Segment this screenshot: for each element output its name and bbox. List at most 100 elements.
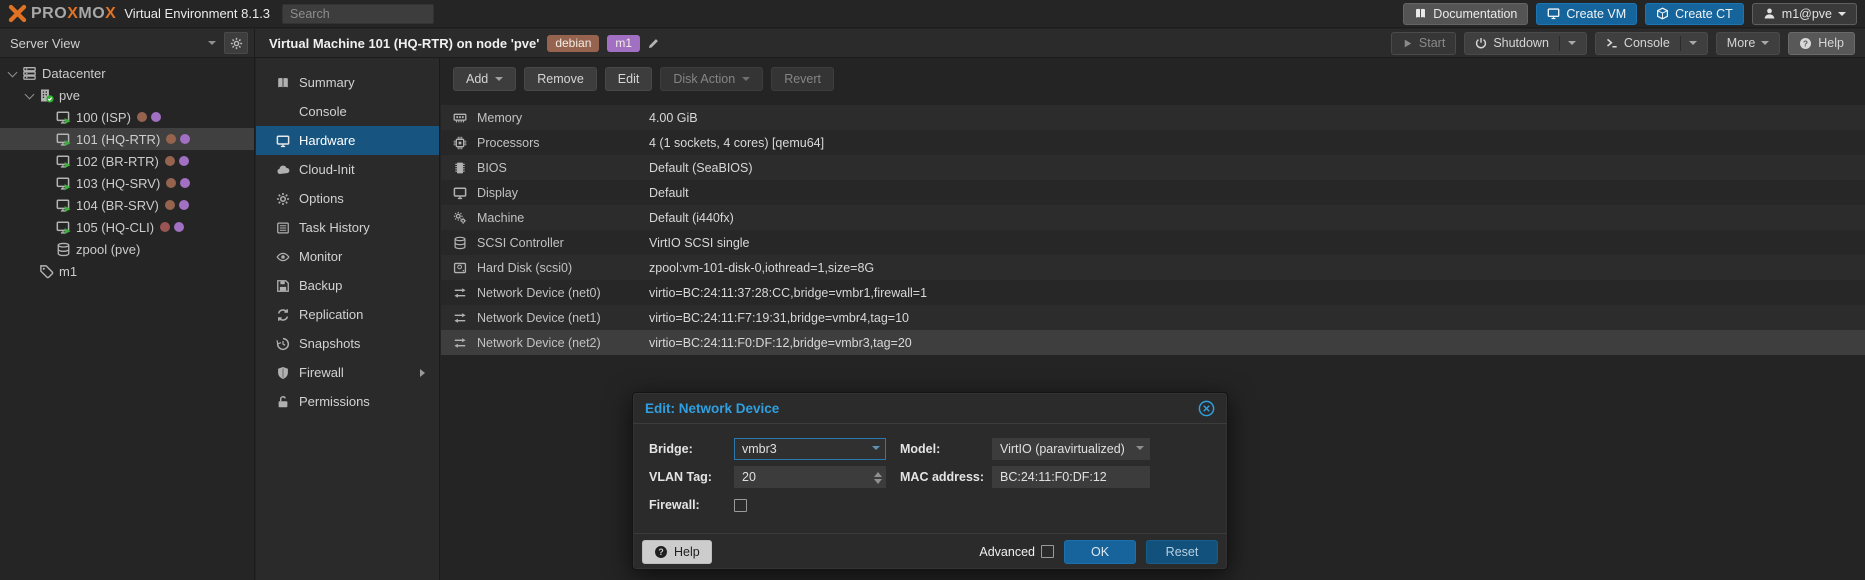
menu-item-hardware[interactable]: Hardware	[256, 126, 439, 155]
create-ct-button[interactable]: Create CT	[1645, 3, 1744, 25]
vm-icon	[56, 154, 71, 169]
hardware-row[interactable]: Machine Default (i440fx)	[441, 205, 1865, 230]
revert-button[interactable]: Revert	[771, 67, 834, 91]
hardware-row[interactable]: Network Device (net1) virtio=BC:24:11:F7…	[441, 305, 1865, 330]
spinner-down-icon[interactable]	[874, 479, 882, 488]
tree-expand-caret[interactable]	[6, 66, 20, 80]
console-menu-chevron-icon[interactable]	[1689, 41, 1697, 49]
menu-item-cloud-init[interactable]: Cloud-Init	[256, 155, 439, 184]
tag-dot	[166, 178, 176, 188]
user-menu-button[interactable]: m1@pve	[1752, 3, 1857, 25]
cloud-icon	[276, 163, 290, 177]
tree-expand-caret[interactable]	[40, 220, 54, 234]
question-icon	[654, 545, 668, 559]
tree-expand-caret[interactable]	[23, 88, 37, 102]
hardware-toolbar: Add Remove Edit Disk Action Revert	[441, 58, 1865, 91]
shutdown-menu-chevron-icon[interactable]	[1568, 41, 1576, 49]
start-button[interactable]: Start	[1391, 32, 1456, 55]
tree-expand-caret[interactable]	[40, 154, 54, 168]
view-selector[interactable]: Server View	[0, 29, 255, 57]
tree-item[interactable]: 105 (HQ-CLI)	[0, 216, 254, 238]
tree-expand-caret[interactable]	[40, 198, 54, 212]
search-input[interactable]	[282, 4, 434, 24]
menu-item-permissions[interactable]: Permissions	[256, 387, 439, 416]
menu-item-label: Summary	[299, 75, 355, 90]
menu-item-replication[interactable]: Replication	[256, 300, 439, 329]
edit-tags-pencil-icon[interactable]	[647, 37, 660, 50]
shutdown-button[interactable]: Shutdown	[1464, 32, 1587, 55]
menu-item-backup[interactable]: Backup	[256, 271, 439, 300]
help-button[interactable]: Help	[1788, 32, 1855, 55]
storage-icon	[56, 242, 71, 257]
model-input[interactable]	[992, 438, 1150, 460]
tree-item[interactable]: 102 (BR-RTR)	[0, 150, 254, 172]
tree-item[interactable]: Datacenter	[0, 62, 254, 84]
vm-header: Virtual Machine 101 (HQ-RTR) on node 'pv…	[255, 29, 1865, 57]
menu-item-label: Backup	[299, 278, 342, 293]
menu-item-options[interactable]: Options	[256, 184, 439, 213]
create-vm-button[interactable]: Create VM	[1536, 3, 1637, 25]
tree-item[interactable]: 103 (HQ-SRV)	[0, 172, 254, 194]
reset-button[interactable]: Reset	[1146, 540, 1218, 564]
tree-item[interactable]: 104 (BR-SRV)	[0, 194, 254, 216]
mac-input[interactable]	[992, 466, 1150, 488]
disk-action-button[interactable]: Disk Action	[660, 67, 763, 91]
hardware-row-value: virtio=BC:24:11:F7:19:31,bridge=vmbr4,ta…	[649, 311, 909, 325]
hardware-row[interactable]: Hard Disk (scsi0) zpool:vm-101-disk-0,io…	[441, 255, 1865, 280]
spinner-up-icon[interactable]	[874, 468, 882, 477]
tree-item[interactable]: pve	[0, 84, 254, 106]
hardware-row[interactable]: Processors 4 (1 sockets, 4 cores) [qemu6…	[441, 130, 1865, 155]
documentation-button[interactable]: Documentation	[1403, 3, 1528, 25]
close-icon[interactable]	[1198, 400, 1215, 417]
console-button[interactable]: Console	[1595, 32, 1708, 55]
chevron-down-icon[interactable]	[1136, 446, 1144, 454]
tag-dot	[174, 222, 184, 232]
tree-expand-caret[interactable]	[40, 110, 54, 124]
remove-button[interactable]: Remove	[524, 67, 597, 91]
hardware-row[interactable]: Memory 4.00 GiB	[441, 105, 1865, 130]
menu-item-summary[interactable]: Summary	[256, 68, 439, 97]
history-icon	[276, 337, 290, 351]
dialog-titlebar[interactable]: Edit: Network Device	[633, 393, 1227, 424]
tree-item-label: m1	[59, 264, 77, 279]
hardware-row[interactable]: Network Device (net2) virtio=BC:24:11:F0…	[441, 330, 1865, 355]
hardware-row[interactable]: Network Device (net0) virtio=BC:24:11:37…	[441, 280, 1865, 305]
bridge-input[interactable]	[734, 438, 886, 460]
vlan-input[interactable]	[734, 466, 886, 488]
user-label: m1@pve	[1782, 7, 1832, 21]
hardware-row[interactable]: Display Default	[441, 180, 1865, 205]
tree-item[interactable]: 100 (ISP)	[0, 106, 254, 128]
menu-item-monitor[interactable]: Monitor	[256, 242, 439, 271]
add-button[interactable]: Add	[453, 67, 516, 91]
tree-expand-caret[interactable]	[40, 132, 54, 146]
firewall-checkbox[interactable]	[734, 499, 747, 512]
hardware-row-label: Machine	[477, 211, 649, 225]
hardware-row[interactable]: SCSI Controller VirtIO SCSI single	[441, 230, 1865, 255]
tree-expand-caret[interactable]	[40, 242, 54, 256]
ok-button[interactable]: OK	[1064, 540, 1136, 564]
menu-item-snapshots[interactable]: Snapshots	[256, 329, 439, 358]
dialog-help-button[interactable]: Help	[642, 540, 712, 564]
advanced-checkbox[interactable]	[1041, 545, 1054, 558]
menu-item-task-history[interactable]: Task History	[256, 213, 439, 242]
tree-item-label: 100 (ISP)	[76, 110, 131, 125]
menu-item-console[interactable]: Console	[256, 97, 439, 126]
hardware-row-value: VirtIO SCSI single	[649, 236, 750, 250]
terminal-icon	[276, 105, 290, 119]
tree-item-label: zpool (pve)	[76, 242, 140, 257]
tree-expand-caret[interactable]	[40, 176, 54, 190]
edit-button[interactable]: Edit	[605, 67, 653, 91]
tree-item[interactable]: m1	[0, 260, 254, 282]
menu-item-label: Options	[299, 191, 344, 206]
gear-icon	[276, 192, 290, 206]
tree-item[interactable]: 101 (HQ-RTR)	[0, 128, 254, 150]
chevron-down-icon[interactable]	[872, 446, 880, 454]
vm-menu: Summary Console Hardware Cloud-Init Opti…	[256, 68, 439, 416]
hardware-row[interactable]: BIOS Default (SeaBIOS)	[441, 155, 1865, 180]
more-button[interactable]: More	[1716, 32, 1780, 55]
tree-expand-caret[interactable]	[23, 264, 37, 278]
tree-settings-button[interactable]	[224, 32, 248, 54]
tag-dot	[137, 112, 147, 122]
menu-item-firewall[interactable]: Firewall	[256, 358, 439, 387]
tree-item[interactable]: zpool (pve)	[0, 238, 254, 260]
